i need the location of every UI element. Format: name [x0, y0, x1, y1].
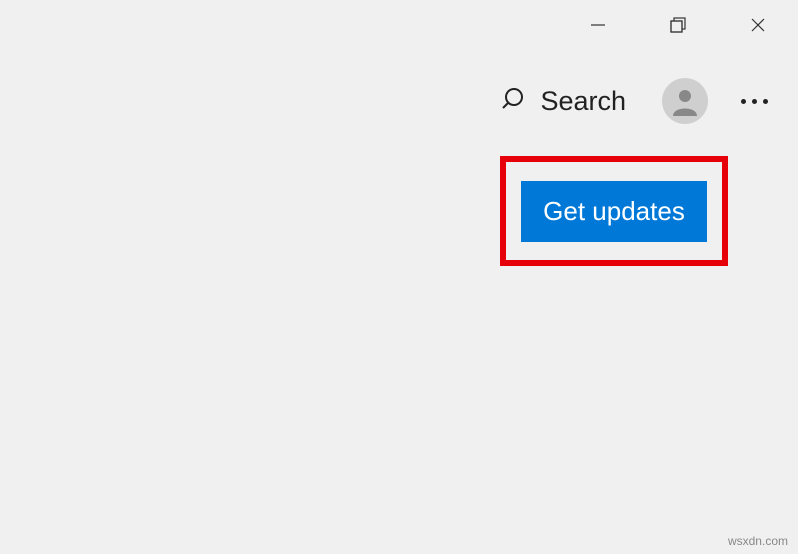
minimize-icon: [589, 16, 607, 34]
window-controls: [558, 0, 798, 50]
close-button[interactable]: [718, 0, 798, 50]
search-button[interactable]: Search: [502, 85, 626, 118]
profile-button[interactable]: [662, 78, 708, 124]
search-icon: [502, 85, 530, 118]
close-icon: [749, 16, 767, 34]
minimize-button[interactable]: [558, 0, 638, 50]
maximize-button[interactable]: [638, 0, 718, 50]
user-icon: [668, 84, 702, 118]
get-updates-button[interactable]: Get updates: [521, 181, 707, 242]
maximize-icon: [669, 16, 687, 34]
watermark: wsxdn.com: [728, 534, 788, 548]
highlight-frame: Get updates: [500, 156, 728, 266]
search-label: Search: [540, 86, 626, 117]
toolbar: Search: [502, 78, 774, 124]
more-button[interactable]: [734, 81, 774, 121]
ellipsis-icon: [741, 99, 746, 104]
